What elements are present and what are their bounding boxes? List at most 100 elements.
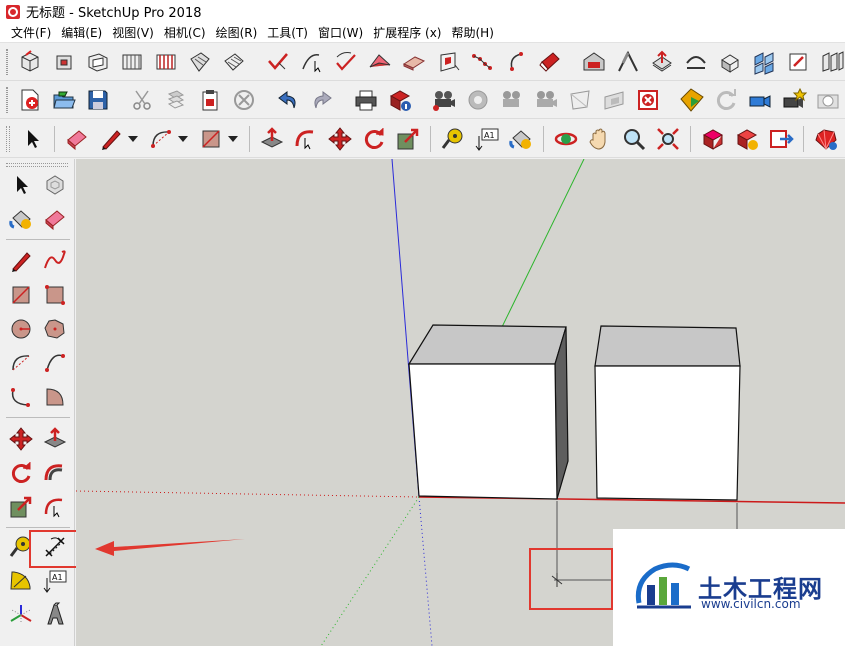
top-view-icon[interactable] bbox=[49, 47, 79, 77]
eraser-book-icon[interactable] bbox=[535, 47, 565, 77]
select-arrow-icon[interactable] bbox=[6, 170, 36, 200]
share-model-icon[interactable] bbox=[647, 47, 677, 77]
eraser-icon[interactable] bbox=[62, 124, 92, 154]
zoom-extents-icon[interactable] bbox=[653, 124, 683, 154]
axes-tool-icon[interactable] bbox=[6, 600, 36, 630]
back-view-icon[interactable] bbox=[151, 47, 181, 77]
section-plane-icon[interactable] bbox=[565, 85, 595, 115]
pan-hand-icon[interactable] bbox=[585, 124, 615, 154]
menu-extensions[interactable]: 扩展程序 (x) bbox=[368, 24, 446, 42]
undo-icon[interactable] bbox=[273, 85, 303, 115]
rotate-icon[interactable] bbox=[6, 458, 36, 488]
photo-camera-icon[interactable] bbox=[813, 85, 843, 115]
3d-text-icon[interactable] bbox=[40, 600, 70, 630]
zoom-icon[interactable] bbox=[619, 124, 649, 154]
rotated-rectangle-icon[interactable] bbox=[40, 280, 70, 310]
back-edges-icon[interactable] bbox=[297, 47, 327, 77]
delete-icon[interactable] bbox=[229, 85, 259, 115]
eraser-icon[interactable] bbox=[40, 204, 70, 234]
protractor-icon[interactable] bbox=[6, 566, 36, 596]
menu-tools[interactable]: 工具(T) bbox=[262, 24, 313, 42]
scale-icon[interactable] bbox=[393, 124, 423, 154]
right-view-icon[interactable] bbox=[117, 47, 147, 77]
box-1[interactable] bbox=[407, 324, 569, 500]
scale-icon[interactable] bbox=[6, 492, 36, 522]
sandbox-icon[interactable] bbox=[817, 47, 845, 77]
play-camera-icon[interactable] bbox=[531, 85, 561, 115]
text-tool-icon[interactable]: A1 bbox=[40, 566, 70, 596]
palette-grip[interactable] bbox=[6, 163, 68, 167]
menu-camera[interactable]: 相机(C) bbox=[159, 24, 211, 42]
polygon-tool-icon[interactable] bbox=[40, 314, 70, 344]
component-options-icon[interactable] bbox=[677, 85, 707, 115]
follow-me-icon[interactable] bbox=[291, 124, 321, 154]
menu-file[interactable]: 文件(F) bbox=[6, 24, 56, 42]
scene-tabs-icon[interactable] bbox=[745, 85, 775, 115]
two-point-arc-icon[interactable] bbox=[40, 348, 70, 378]
toolbar-grip[interactable] bbox=[6, 125, 10, 152]
record-camera-icon[interactable] bbox=[497, 85, 527, 115]
redo-icon[interactable] bbox=[307, 85, 337, 115]
circle-tool-icon[interactable] bbox=[6, 314, 36, 344]
offset-icon[interactable] bbox=[40, 492, 70, 522]
pie-tool-icon[interactable] bbox=[40, 382, 70, 412]
bottom-view-icon[interactable] bbox=[219, 47, 249, 77]
animation-camera-icon[interactable] bbox=[429, 85, 459, 115]
monochrome-icon[interactable] bbox=[467, 47, 497, 77]
text-tool-icon[interactable]: A1 bbox=[472, 124, 502, 154]
section-fill-icon[interactable] bbox=[633, 85, 663, 115]
open-folder-icon[interactable] bbox=[49, 85, 79, 115]
rectangle-dropdown[interactable] bbox=[228, 124, 238, 154]
follow-me-icon[interactable] bbox=[40, 458, 70, 488]
box-2[interactable] bbox=[594, 325, 741, 501]
toolbar-grip[interactable] bbox=[6, 87, 8, 113]
rotate-icon[interactable] bbox=[359, 124, 389, 154]
menu-help[interactable]: 帮助(H) bbox=[446, 24, 498, 42]
section-cut-icon[interactable] bbox=[599, 85, 629, 115]
cut-icon[interactable] bbox=[127, 85, 157, 115]
arc-tool-icon[interactable] bbox=[6, 348, 36, 378]
toolbar-grip[interactable] bbox=[6, 49, 8, 75]
extension-warehouse-icon[interactable] bbox=[613, 47, 643, 77]
menu-edit[interactable]: 编辑(E) bbox=[56, 24, 107, 42]
menu-window[interactable]: 窗口(W) bbox=[313, 24, 368, 42]
xray-style-icon[interactable] bbox=[263, 47, 293, 77]
get-photo-texture-icon[interactable] bbox=[715, 47, 745, 77]
orbit-icon[interactable] bbox=[551, 124, 581, 154]
ruby-console-icon[interactable] bbox=[811, 124, 841, 154]
paint-bucket-icon[interactable] bbox=[6, 204, 36, 234]
left-view-icon[interactable] bbox=[185, 47, 215, 77]
pencil-dropdown[interactable] bbox=[128, 124, 138, 154]
menu-view[interactable]: 视图(V) bbox=[107, 24, 159, 42]
select-arrow-icon[interactable] bbox=[17, 124, 47, 154]
move-icon[interactable] bbox=[6, 424, 36, 454]
warehouse-icon[interactable] bbox=[579, 47, 609, 77]
refresh-icon[interactable] bbox=[711, 85, 741, 115]
paint-bucket-icon[interactable] bbox=[506, 124, 536, 154]
new-file-icon[interactable] bbox=[15, 85, 45, 115]
textured-icon[interactable] bbox=[433, 47, 463, 77]
model-info-icon[interactable] bbox=[385, 85, 415, 115]
rectangle-tool-icon[interactable] bbox=[6, 280, 36, 310]
share-component-icon[interactable] bbox=[681, 47, 711, 77]
push-pull-icon[interactable] bbox=[257, 124, 287, 154]
paste-icon[interactable] bbox=[195, 85, 225, 115]
push-pull-icon[interactable] bbox=[40, 424, 70, 454]
print-icon[interactable] bbox=[351, 85, 381, 115]
iso-view-icon[interactable] bbox=[15, 47, 45, 77]
move-icon[interactable] bbox=[325, 124, 355, 154]
arc-icon[interactable] bbox=[501, 47, 531, 77]
components-icon[interactable] bbox=[749, 47, 779, 77]
hidden-line-icon[interactable] bbox=[365, 47, 395, 77]
pencil-icon[interactable] bbox=[96, 124, 126, 154]
share-3d-icon[interactable] bbox=[732, 124, 762, 154]
edit-material-icon[interactable] bbox=[783, 47, 813, 77]
menu-draw[interactable]: 绘图(R) bbox=[211, 24, 263, 42]
line-tool-icon[interactable] bbox=[6, 246, 36, 276]
three-point-arc-icon[interactable] bbox=[6, 382, 36, 412]
front-view-icon[interactable] bbox=[83, 47, 113, 77]
copy-icon[interactable] bbox=[161, 85, 191, 115]
warehouse-3d-icon[interactable] bbox=[698, 124, 728, 154]
arc-dropdown[interactable] bbox=[178, 124, 188, 154]
rectangle-tool-icon[interactable] bbox=[196, 124, 226, 154]
